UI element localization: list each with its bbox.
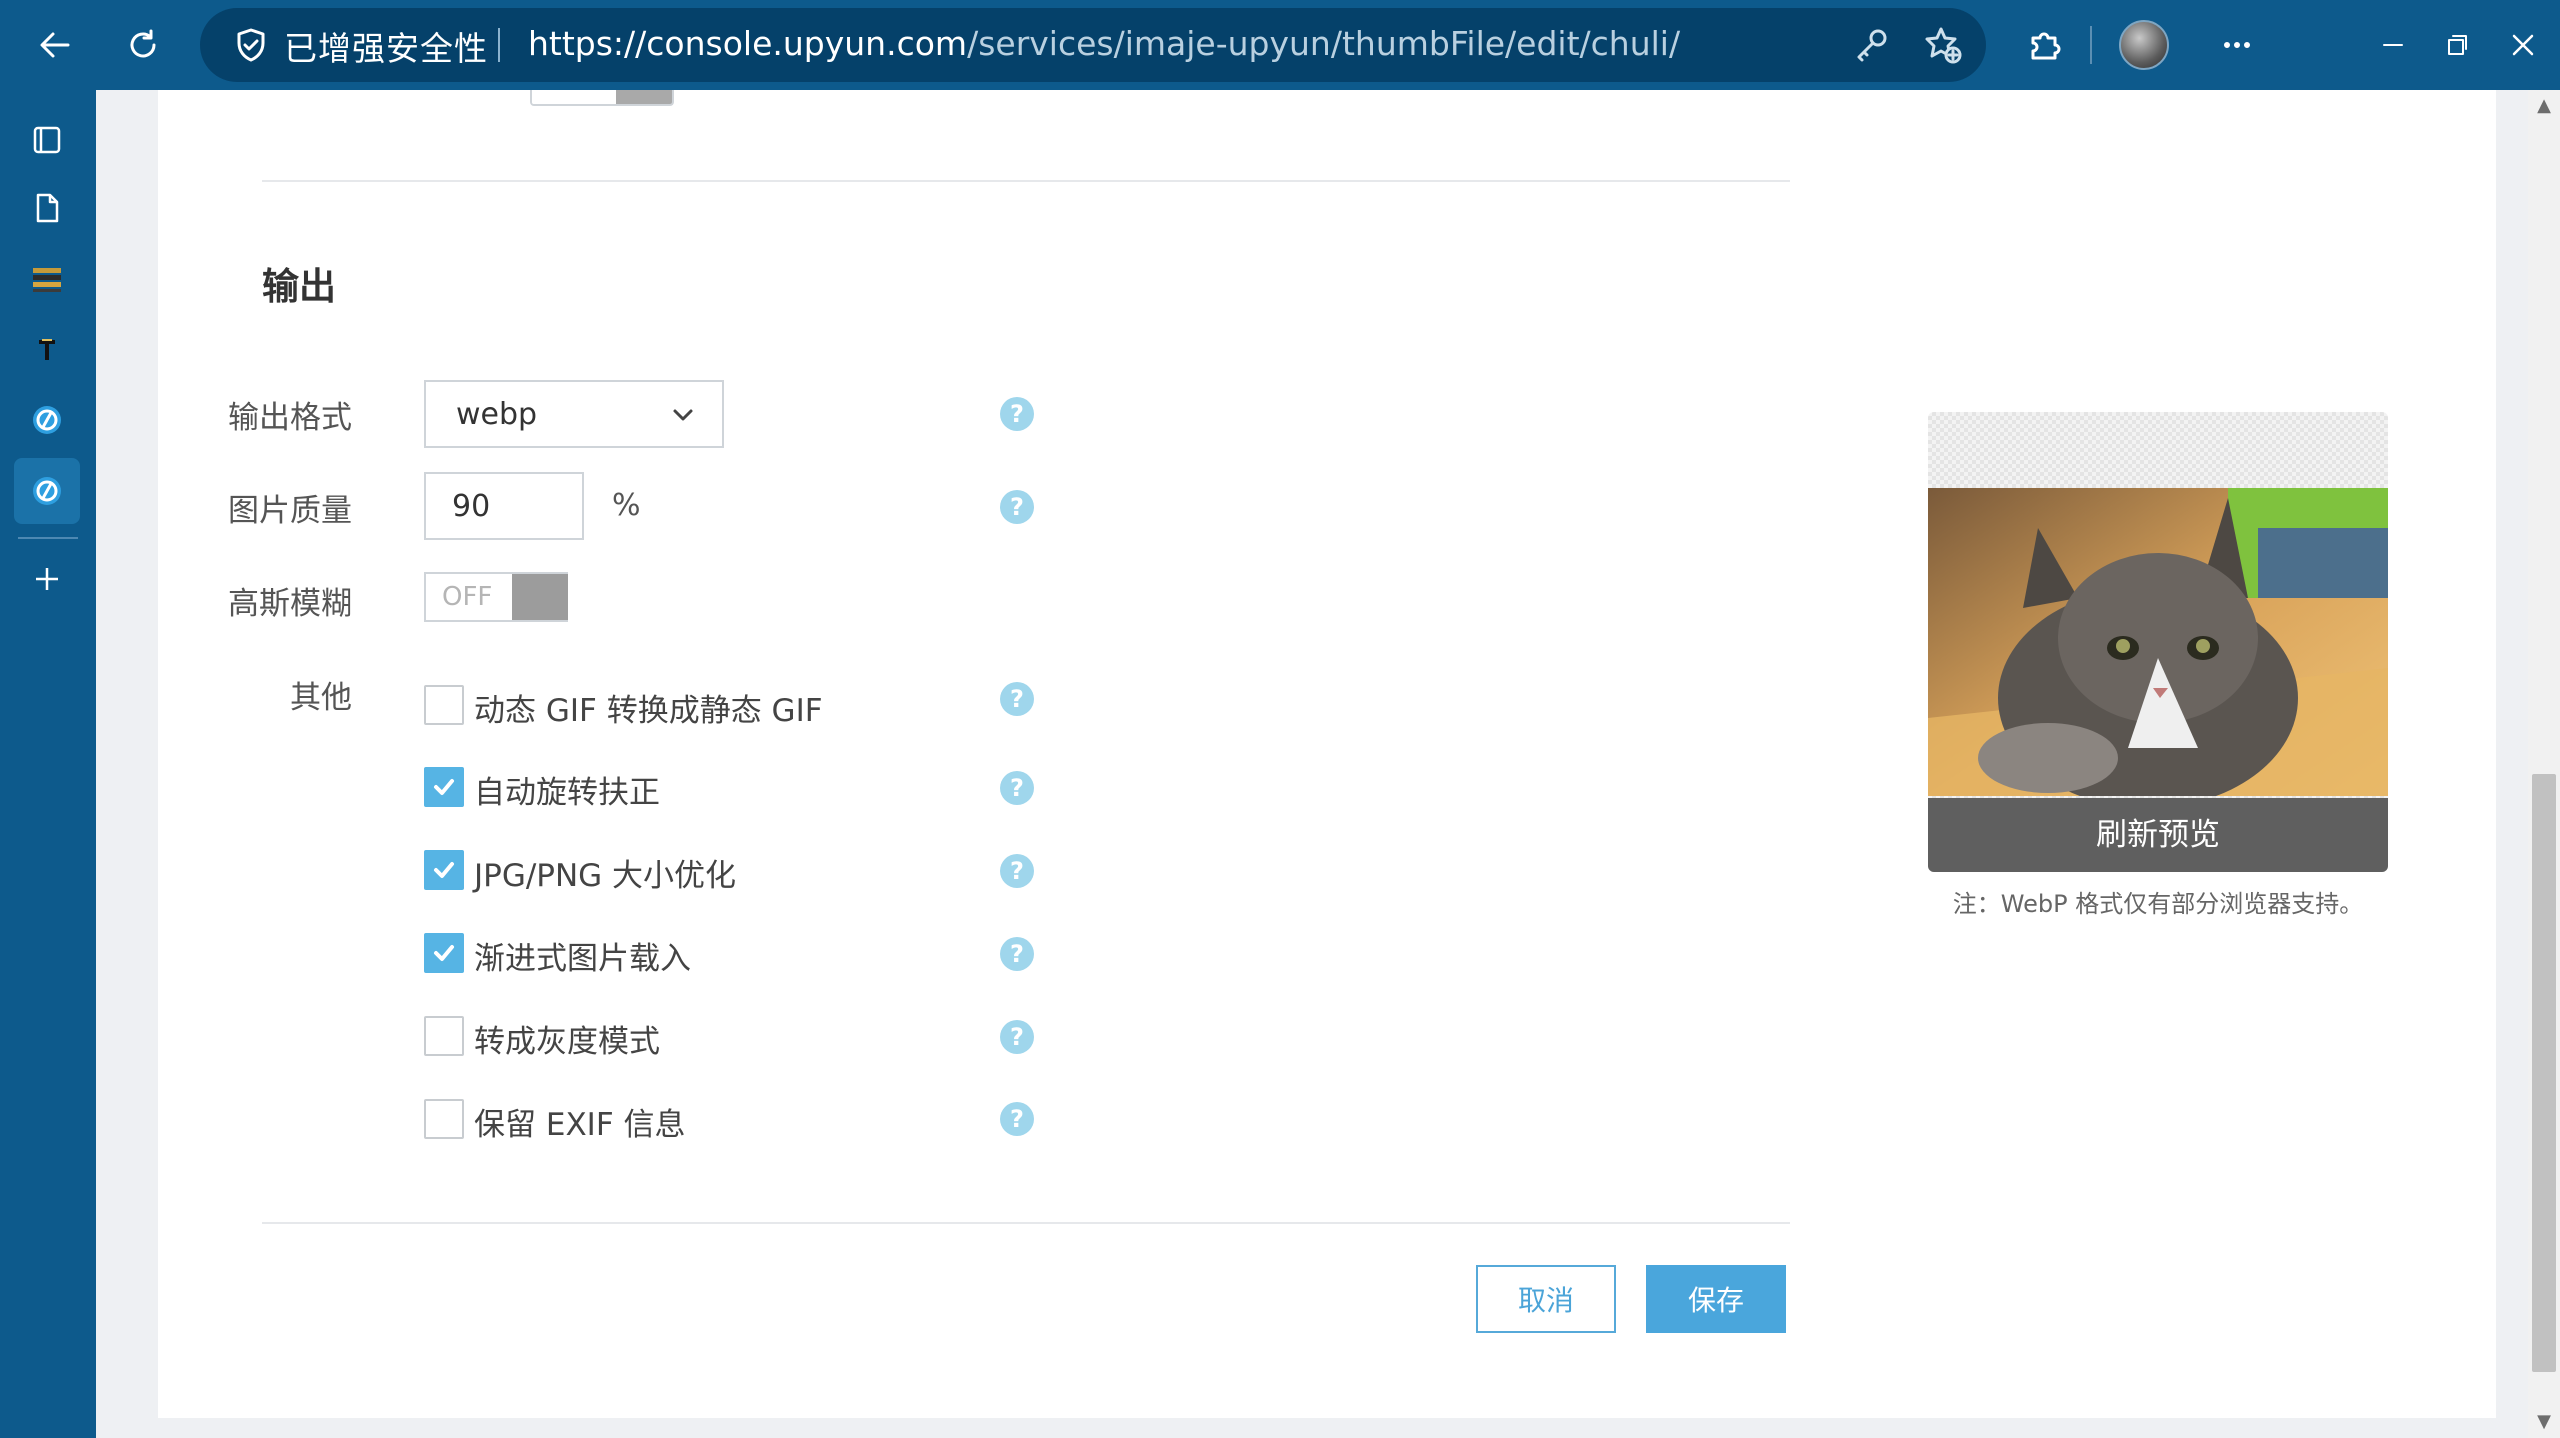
output-format-value: webp — [456, 397, 538, 432]
sidebar-add[interactable] — [14, 546, 80, 612]
minimize-icon — [2383, 44, 2403, 46]
option-label: 保留 EXIF 信息 — [474, 1107, 686, 1143]
more-dots-icon — [2224, 42, 2250, 48]
section-title: 输出 — [262, 265, 336, 308]
check-icon — [434, 779, 454, 795]
quality-label: 图片质量 — [228, 493, 352, 529]
checkbox[interactable] — [424, 1099, 464, 1139]
help-icon[interactable]: ? — [1000, 854, 1034, 888]
help-icon[interactable]: ? — [1000, 937, 1034, 971]
preview-image — [1928, 488, 2388, 796]
close-icon — [2512, 34, 2534, 56]
blur-label: 高斯模糊 — [228, 586, 352, 622]
restore-button[interactable] — [2428, 16, 2486, 74]
security-label[interactable]: 已增强安全性 — [284, 22, 488, 70]
refresh-preview-button[interactable]: 刷新预览 — [1928, 798, 2388, 872]
chevron-down-icon — [668, 400, 698, 430]
option-label: JPG/PNG 大小优化 — [474, 858, 737, 894]
other-label: 其他 — [290, 680, 352, 716]
shield-icon — [232, 26, 270, 64]
browser-toolbar: 已增强安全性 https://console.upyun.com/service… — [0, 0, 2560, 90]
extensions-button[interactable] — [2015, 16, 2073, 74]
previous-toggle[interactable] — [530, 90, 674, 106]
help-icon[interactable]: ? — [1000, 490, 1034, 524]
profile-avatar[interactable] — [2119, 20, 2169, 70]
sidebar-tab-actions[interactable] — [14, 107, 80, 173]
sidebar-app-strip[interactable] — [14, 246, 80, 312]
add-favorite-icon[interactable] — [1922, 24, 1964, 66]
url-text[interactable]: https://console.upyun.com/services/imaje… — [528, 24, 1680, 63]
scroll-up-arrow-icon[interactable]: ▲ — [2534, 96, 2554, 116]
sidebar-text-tool[interactable] — [14, 316, 80, 382]
output-format-select[interactable]: webp — [424, 380, 724, 448]
puzzle-icon — [2031, 32, 2061, 60]
sidebar-divider — [18, 537, 78, 539]
page-content: 输出 输出格式 webp ? 图片质量 % ? 高斯模糊 OFF 其他 动态 G… — [158, 90, 2496, 1418]
section-divider-top — [262, 180, 1790, 182]
option-label: 转成灰度模式 — [474, 1024, 660, 1060]
upyun-logo-icon — [33, 406, 61, 434]
restore-icon — [2448, 35, 2467, 55]
help-icon[interactable]: ? — [1000, 397, 1034, 431]
save-button[interactable]: 保存 — [1646, 1265, 1786, 1333]
output-format-label: 输出格式 — [228, 400, 352, 436]
address-divider — [498, 28, 500, 62]
preview-panel: 刷新预览 — [1928, 412, 2388, 872]
check-icon — [434, 862, 454, 878]
address-bar[interactable]: 已增强安全性 https://console.upyun.com/service… — [200, 8, 1986, 82]
more-menu-button[interactable] — [2208, 16, 2266, 74]
sidebar-upyun-active[interactable] — [14, 458, 80, 524]
option-label: 动态 GIF 转换成静态 GIF — [474, 693, 823, 729]
quality-input[interactable] — [424, 472, 584, 540]
checkbox-checked[interactable] — [424, 850, 464, 890]
text-tool-icon — [39, 339, 55, 360]
check-icon — [434, 945, 454, 961]
quality-unit: % — [612, 488, 641, 523]
minimize-button[interactable] — [2364, 16, 2422, 74]
help-icon[interactable]: ? — [1000, 771, 1034, 805]
checkbox[interactable] — [424, 1016, 464, 1056]
sidebar-page[interactable] — [14, 175, 80, 241]
page-icon — [36, 193, 59, 223]
refresh-button[interactable] — [114, 16, 172, 74]
sidebar-upyun[interactable] — [14, 387, 80, 453]
plus-icon — [36, 568, 58, 590]
blur-toggle-state: OFF — [442, 582, 493, 612]
back-arrow-icon — [40, 32, 70, 58]
refresh-icon — [130, 29, 156, 58]
close-window-button[interactable] — [2494, 16, 2552, 74]
tab-actions-icon — [33, 126, 61, 154]
checkbox[interactable] — [424, 685, 464, 725]
browser-sidebar — [0, 90, 96, 1438]
toggle-knob — [512, 574, 568, 620]
option-label: 自动旋转扶正 — [474, 775, 660, 811]
toolbar-separator — [2090, 26, 2092, 64]
app-strip-icon — [33, 268, 61, 292]
scroll-down-arrow-icon[interactable]: ▼ — [2534, 1412, 2554, 1432]
url-host: https://console.upyun.com — [528, 24, 968, 63]
section-divider-bottom — [262, 1222, 1790, 1224]
help-icon[interactable]: ? — [1000, 1102, 1034, 1136]
checkbox-checked[interactable] — [424, 767, 464, 807]
url-path: /services/imaje-upyun/thumbFile/edit/chu… — [967, 24, 1681, 63]
key-icon[interactable] — [1850, 24, 1892, 66]
help-icon[interactable]: ? — [1000, 682, 1034, 716]
back-button[interactable] — [26, 16, 84, 74]
option-label: 渐进式图片载入 — [474, 941, 691, 977]
upyun-logo-icon — [33, 477, 61, 505]
blur-toggle[interactable]: OFF — [424, 572, 568, 622]
cancel-button[interactable]: 取消 — [1476, 1265, 1616, 1333]
help-icon[interactable]: ? — [1000, 1020, 1034, 1054]
scrollbar-thumb[interactable] — [2532, 774, 2556, 1372]
checkbox-checked[interactable] — [424, 933, 464, 973]
preview-note: 注：WebP 格式仅有部分浏览器支持。 — [1952, 890, 2364, 918]
